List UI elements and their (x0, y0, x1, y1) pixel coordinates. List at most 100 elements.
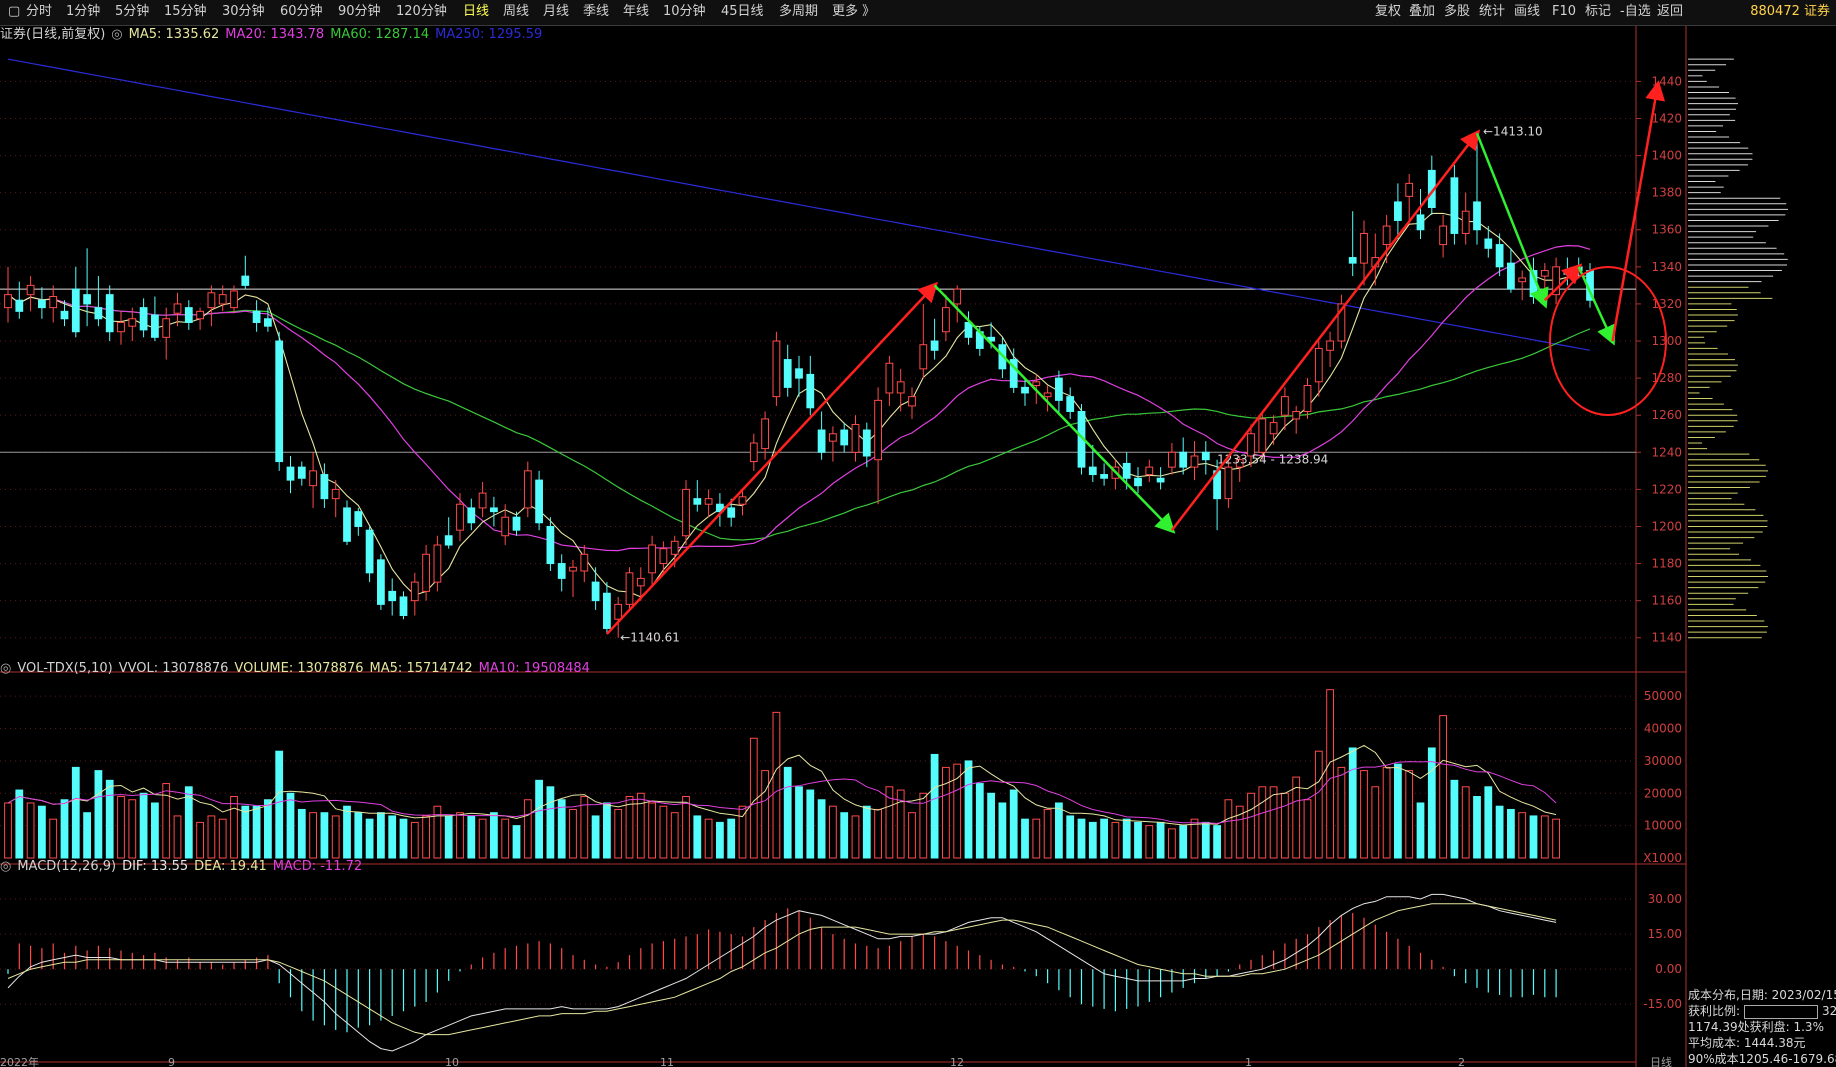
macd-settings-icon[interactable]: ◎ (0, 859, 11, 874)
date-label-2: 10 (445, 1056, 459, 1067)
candle-body (399, 596, 408, 616)
period-tab-15[interactable]: 多周期 (775, 3, 822, 21)
candle-body (930, 340, 939, 351)
candle-body (501, 516, 510, 537)
period-tab-8[interactable]: 日线 (459, 3, 493, 21)
vol-settings-icon[interactable]: ◎ (0, 661, 11, 676)
volume-bar (1337, 766, 1346, 859)
volume-bar (512, 825, 521, 859)
candle-body (151, 314, 159, 338)
volume-bar (795, 786, 803, 859)
volume-bar (15, 789, 24, 859)
volume-bar (71, 766, 80, 859)
candle-body (1518, 277, 1527, 283)
volume-bar (1326, 689, 1334, 859)
tool-button-2[interactable]: 多股 (1441, 3, 1473, 21)
candle-body (546, 525, 555, 565)
symbol-code: 880472 证券 (1750, 4, 1830, 19)
chip-profit-ratio: 获利比例:32.6 (1688, 1003, 1836, 1019)
tool-button-3[interactable]: 统计 (1476, 3, 1508, 21)
ma250-line (7, 58, 1591, 351)
tool-button-7[interactable]: -自选 (1617, 3, 1654, 21)
period-tab-9[interactable]: 周线 (499, 3, 533, 21)
main-settings-icon[interactable]: ◎ (111, 27, 122, 42)
volume-bar (1484, 786, 1493, 859)
volume-bar (1190, 818, 1199, 859)
volume-bar (1507, 808, 1515, 859)
period-tab-10[interactable]: 月线 (539, 3, 573, 21)
period-tab-16[interactable]: 更多 》 (828, 3, 879, 21)
volume-bar (1450, 779, 1459, 859)
candle-body (26, 284, 35, 296)
tool-button-1[interactable]: 叠加 (1406, 3, 1438, 21)
vol-value-1: VOLUME: 13078876 (234, 661, 364, 676)
period-tab-6[interactable]: 90分钟 (334, 3, 385, 21)
volume-bar (761, 770, 769, 859)
macd-value-2: MACD: -11.72 (272, 859, 363, 874)
volume-bar (196, 821, 204, 859)
tool-button-6[interactable]: 标记 (1582, 3, 1614, 21)
macd-tick-1: 15.00 (1648, 927, 1682, 941)
volume-bar (1540, 815, 1549, 859)
trend-arrow-0 (605, 281, 939, 635)
period-tab-2[interactable]: 5分钟 (111, 3, 153, 21)
candle-body (230, 290, 238, 309)
candle-body (625, 572, 634, 605)
period-tab-13[interactable]: 10分钟 (659, 3, 710, 21)
tool-button-4[interactable]: 画线 (1511, 3, 1543, 21)
volume-bar (128, 799, 137, 859)
period-tab-3[interactable]: 15分钟 (160, 3, 211, 21)
candle-body (309, 470, 317, 487)
candle-body (1473, 201, 1481, 231)
volume-bar (478, 818, 487, 859)
candle-body (196, 310, 204, 320)
period-tab-11[interactable]: 季线 (579, 3, 613, 21)
macd-indicator-label: MACD(12,26,9) (17, 859, 117, 874)
price-tick-5: 1340 (1651, 260, 1682, 274)
period-tab-7[interactable]: 120分钟 (392, 3, 451, 21)
tool-button-0[interactable]: 复权 (1372, 3, 1404, 21)
price-tick-11: 1220 (1651, 482, 1682, 496)
volume-bar (1360, 770, 1368, 859)
candle-body (320, 474, 329, 500)
period-tab-4[interactable]: 30分钟 (218, 3, 269, 21)
volume-bar (117, 796, 125, 859)
volume-bar (908, 812, 916, 859)
tool-button-5[interactable]: F10 (1549, 3, 1579, 21)
candle-body (682, 488, 690, 537)
candle-body (727, 507, 736, 518)
candle-body (908, 396, 916, 407)
volume-bar (422, 815, 430, 859)
vol-tick-4: 10000 (1644, 819, 1682, 833)
volume-bar (354, 812, 363, 859)
candle-body (693, 498, 702, 505)
period-tab-12[interactable]: 年线 (619, 3, 653, 21)
candle-body (444, 535, 453, 546)
volume-bar (1269, 786, 1278, 859)
candle-body (1134, 477, 1142, 487)
candle-body (60, 310, 69, 320)
price-tick-0: 1440 (1651, 74, 1682, 88)
volume-bar (343, 805, 351, 859)
candle-body (648, 544, 656, 574)
volume-bar (1145, 825, 1154, 859)
candle-body (1540, 270, 1549, 277)
candle-body (286, 466, 295, 481)
candle-body (162, 318, 171, 338)
candle-body (1179, 451, 1188, 468)
stock-chart[interactable]: 1440142014001380136013401320130012801260… (0, 26, 1836, 1067)
candle-body (1416, 214, 1425, 231)
volume-bar (648, 802, 656, 859)
period-tab-1[interactable]: 1分钟 (62, 3, 104, 21)
candle-body (1224, 466, 1233, 500)
volume-bar (490, 812, 498, 859)
macd-indicator-bar: ◎ MACD(12,26,9) DIF: 13.55 DEA: 19.41 MACD: … (0, 858, 374, 876)
period-tab-5[interactable]: 60分钟 (276, 3, 327, 21)
volume-bar (1371, 786, 1380, 859)
volume-bar (1258, 786, 1267, 859)
period-tab-14[interactable]: 45日线 (717, 3, 768, 21)
candle-body (569, 566, 577, 572)
tool-button-8[interactable]: 返回 (1654, 3, 1686, 21)
period-tab-0[interactable]: 分时 (22, 3, 56, 21)
candle-body (738, 496, 747, 505)
